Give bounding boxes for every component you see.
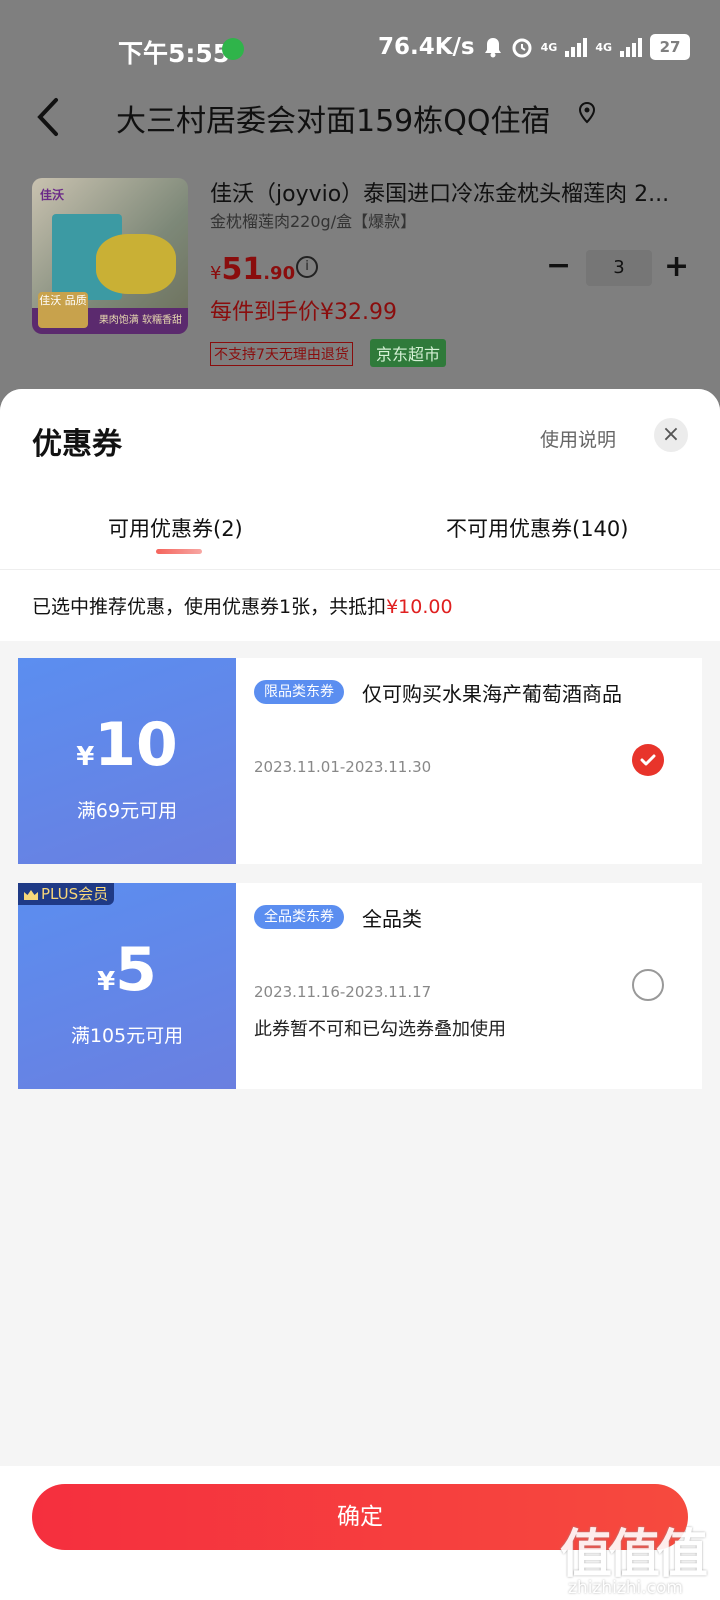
coupon-value-panel: ¥10 满69元可用 [14,658,236,864]
summary-amount: ¥10.00 [386,596,453,618]
coupon-description: 全品类 [362,907,422,931]
coupon-threshold: 满69元可用 [76,800,178,822]
thumb-fruit-graphic [96,234,176,294]
signal-label-1: 4G [540,40,558,54]
coupon-currency: ¥ [76,742,95,772]
product-price: ¥51.90 [210,252,295,287]
increase-button[interactable]: + [664,248,694,288]
coupon-validity: 2023.11.16-2023.11.17 [254,983,432,1001]
coupon-type-tag: 限品类东券 [254,680,344,704]
active-tab-indicator [156,549,202,554]
coupon-select-radio[interactable] [632,969,664,1001]
signal-label-2: 4G [595,40,612,54]
coupon-description: 仅可购买水果海产葡萄酒商品 [362,682,622,706]
price-integer: 51 [221,252,264,287]
signal-bars-icon [565,37,588,57]
watermark-logo: 值值值 [560,1525,708,1585]
usage-instructions-link[interactable]: 使用说明 [540,425,616,452]
coupon-currency: ¥ [97,967,116,997]
coupon-amount-value: 10 [94,710,178,780]
coupon-amount-value: 5 [115,935,157,1005]
crown-icon [24,889,38,900]
per-item-price: 每件到手价¥32.99 [210,300,397,325]
status-bar: 下午5:55 76.4K/s 4G 4G 27 [0,0,720,96]
signal-bars-icon-2 [620,37,642,57]
coupon-threshold: 满105元可用 [70,1025,184,1047]
thumb-brand: 佳沃 [40,188,65,202]
price-decimal: .90 [263,263,296,284]
sheet-title: 优惠券 [32,427,122,462]
watermark-url: zhizhizhi.com [568,1578,683,1598]
coupon-amount: ¥10 [18,710,236,780]
product-card: 佳沃 果肉饱满 软糯香甜 佳沃 品质 佳沃（joyvio）泰国进口冷冻金枕头榴莲… [0,172,720,372]
no-return-tag: 不支持7天无理由退货 [210,342,353,366]
tab-unavailable-coupons[interactable]: 不可用优惠券(140) [446,513,628,543]
product-title: 佳沃（joyvio）泰国进口冷冻金枕头榴莲肉 2... [210,182,670,207]
coupon-note: 此券暂不可和已勾选券叠加使用 [254,1019,506,1040]
status-indicators: 76.4K/s 4G 4G 27 [378,34,690,60]
location-pin-icon [578,102,596,124]
quantity-value[interactable]: 3 [586,250,652,286]
coupon-value-panel: ¥5 满105元可用 [14,883,236,1089]
top-navigation: 大三村居委会对面159栋QQ住宿 [0,86,720,156]
thumb-quality-tag: 佳沃 品质 [38,292,88,328]
quantity-stepper: − 3 + [546,248,694,288]
plus-badge-label: PLUS会员 [41,885,109,903]
product-spec: 金枕榴莲肉220g/盒【爆款】 [210,212,417,231]
alarm-icon [512,38,532,58]
coupon-card[interactable]: ¥10 满69元可用 限品类东券 仅可购买水果海产葡萄酒商品 2023.11.0… [14,658,702,864]
coupon-card[interactable]: ¥5 满105元可用 PLUS会员 全品类东券 全品类 2023.11.16-2… [14,883,702,1089]
price-info-icon[interactable]: i [296,256,318,278]
coupon-sheet: 优惠券 使用说明 × 可用优惠券(2) 不可用优惠券(140) 已选中推荐优惠，… [0,389,720,1600]
status-time: 下午5:55 [118,39,231,68]
price-currency: ¥ [210,263,222,284]
close-button[interactable]: × [654,418,688,452]
bell-icon [484,38,501,58]
store-tag: 京东超市 [370,339,447,367]
divider [0,569,720,570]
decrease-button[interactable]: − [546,248,576,288]
plus-member-badge: PLUS会员 [18,883,115,905]
coupon-amount: ¥5 [18,935,236,1005]
selection-summary: 已选中推荐优惠，使用优惠券1张，共抵扣¥10.00 [32,592,453,619]
coupon-sheet-header: 优惠券 使用说明 × 可用优惠券(2) 不可用优惠券(140) 已选中推荐优惠，… [0,389,720,641]
product-image[interactable]: 佳沃 果肉饱满 软糯香甜 佳沃 品质 [32,178,188,334]
tab-available-coupons[interactable]: 可用优惠券(2) [108,513,243,543]
coupon-validity: 2023.11.01-2023.11.30 [254,758,432,776]
coupon-type-tag: 全品类东券 [254,905,344,929]
battery-icon: 27 [650,34,690,60]
summary-text: 已选中推荐优惠，使用优惠券1张，共抵扣 [32,596,387,618]
coupon-select-radio[interactable] [632,744,664,776]
back-arrow-icon[interactable] [30,94,70,140]
wechat-notification-icon [222,38,244,60]
delivery-address[interactable]: 大三村居委会对面159栋QQ住宿 [116,96,551,140]
checkmark-icon [640,754,656,766]
network-speed: 76.4K/s [377,34,475,60]
